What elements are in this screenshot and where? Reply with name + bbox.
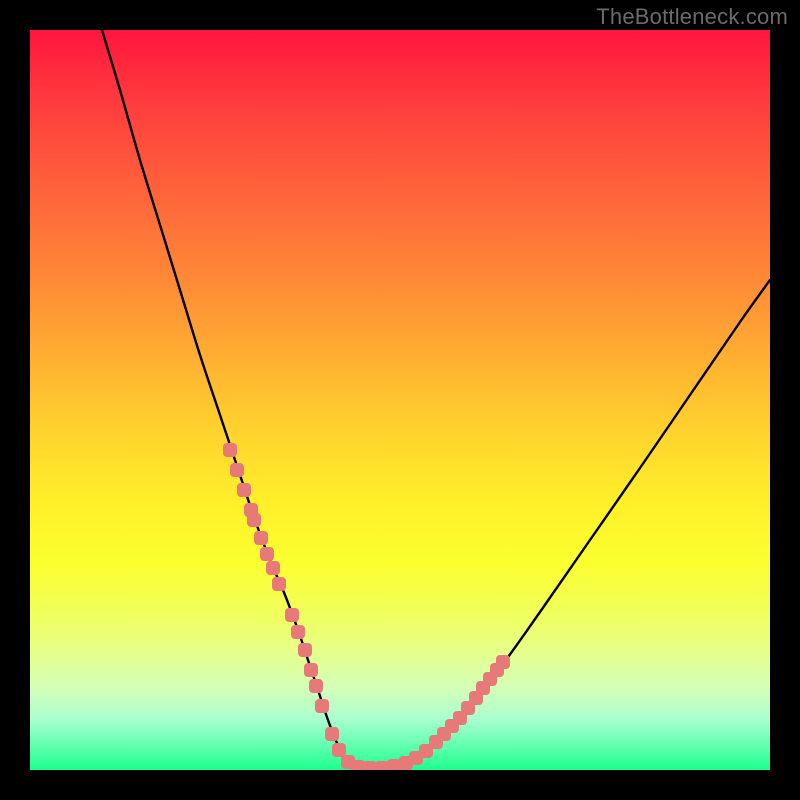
marker-dot <box>387 759 401 770</box>
marker-dot <box>260 547 274 561</box>
marker-dot <box>496 655 510 669</box>
chart-svg <box>30 30 770 770</box>
marker-dot <box>375 761 389 770</box>
marker-dot <box>304 663 318 677</box>
marker-dot <box>351 760 365 770</box>
marker-dot <box>230 463 244 477</box>
marker-dot <box>254 531 268 545</box>
marker-dot <box>325 727 339 741</box>
bottleneck-curve <box>102 30 770 769</box>
chart-frame: TheBottleneck.com <box>0 0 800 800</box>
watermark-text: TheBottleneck.com <box>596 4 788 30</box>
marker-dot <box>332 743 346 757</box>
marker-dot <box>363 761 377 770</box>
marker-dot <box>266 561 280 575</box>
marker-dot <box>315 699 329 713</box>
highlight-markers <box>223 443 510 770</box>
marker-dot <box>291 625 305 639</box>
marker-dot <box>285 608 299 622</box>
marker-dot <box>237 483 251 497</box>
marker-dot <box>247 513 261 527</box>
marker-dot <box>309 679 323 693</box>
marker-dot <box>272 577 286 591</box>
marker-dot <box>298 643 312 657</box>
plot-area <box>30 30 770 770</box>
marker-dot <box>223 443 237 457</box>
